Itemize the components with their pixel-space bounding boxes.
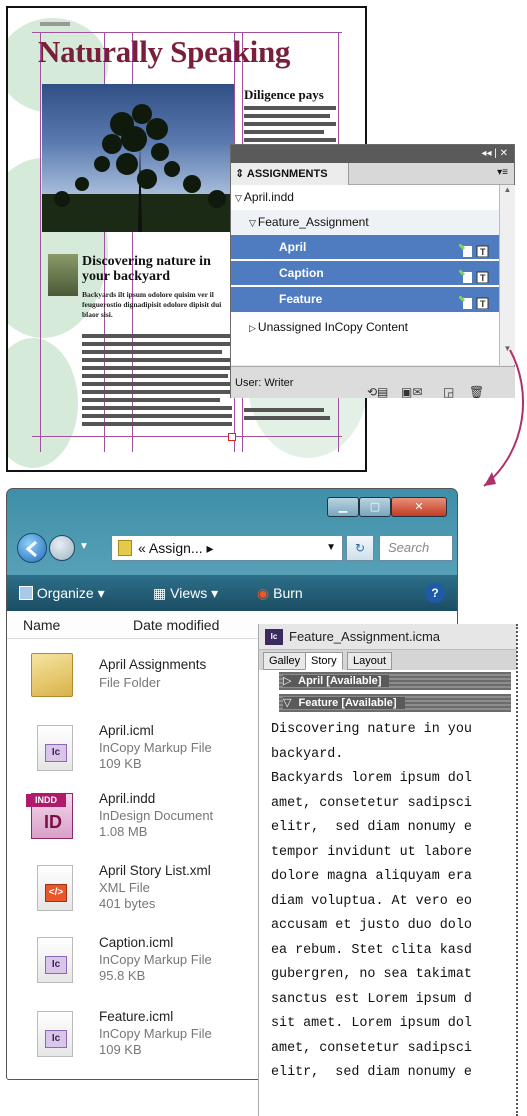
tree-item-april-indd[interactable]: ▽ April.indd — [231, 185, 499, 210]
tab-story[interactable]: Story — [305, 652, 343, 670]
indesign-file-icon: INDD ID — [26, 793, 73, 839]
recent-pages-chevron-icon[interactable]: ▼ — [79, 541, 89, 552]
folder-icon — [31, 653, 73, 697]
user-label: User: Writer — [235, 377, 294, 389]
tree-item-feature-assignment[interactable]: ▽ Feature_Assignment — [231, 210, 499, 235]
column-name[interactable]: Name — [23, 611, 60, 639]
minimize-button[interactable]: ▁ — [327, 497, 359, 517]
story-lead-text: Backyards ilt ipsum odolore quisim ver i… — [82, 290, 222, 319]
incopy-assignment-icon: Ic — [265, 629, 283, 645]
incopy-file-icon: Ic — [37, 937, 73, 983]
story-text-line[interactable]: sanctus est Lorem ipsum d — [271, 988, 515, 1013]
command-bar: Organize ▾ ▦ Views ▾ ◉ Burn ? — [7, 575, 457, 611]
view-tabs: Galley Story Layout — [259, 650, 517, 670]
organize-button[interactable]: Organize ▾ — [19, 575, 105, 611]
svg-text:T: T — [480, 247, 486, 257]
file-item-feature-icml[interactable]: Ic Feature.icml InCopy Markup File 109 K… — [7, 1009, 267, 1075]
views-icon: ▦ — [153, 585, 167, 601]
story-status-icon: T — [457, 241, 489, 258]
expand-triangle-icon: ▽ — [283, 697, 296, 709]
panel-titlebar[interactable]: ◂◂ | ✕ — [231, 145, 514, 163]
curved-arrow-icon — [483, 349, 525, 487]
story-titlebar: Ic Feature_Assignment.icma — [259, 624, 517, 650]
tree-item-april[interactable]: April T — [231, 235, 499, 260]
assignments-tree: ▽ April.indd ▽ Feature_Assignment April T … — [231, 185, 499, 365]
story-bar-april[interactable]: ▷ April [Available] — [279, 672, 511, 690]
story-text-line[interactable]: elitr, sed diam nonumy e — [271, 1061, 515, 1086]
incopy-file-icon: Ic — [37, 1011, 73, 1057]
collapsed-triangle-icon: ▷ — [249, 323, 256, 333]
panel-scrollbar[interactable]: ▲ ▼ — [499, 185, 515, 365]
organize-icon — [19, 586, 33, 600]
sidebar-heading: Diligence pays — [244, 87, 324, 102]
refresh-button[interactable]: ↻ — [346, 535, 374, 561]
update-content-icon[interactable]: ⟲▤ — [367, 376, 388, 408]
story-text-line[interactable]: Discovering nature in you — [271, 718, 515, 743]
story-status-icon: T — [457, 293, 489, 310]
story-text[interactable]: Discovering nature in you backyard. Backya… — [271, 718, 515, 1086]
file-item-april-assignments[interactable]: April Assignments File Folder — [7, 647, 267, 713]
file-item-april-icml[interactable]: Ic April.icml InCopy Markup File 109 KB — [7, 723, 267, 789]
story-text-line[interactable]: gubergren, no sea takimat — [271, 963, 515, 988]
folder-icon — [118, 540, 132, 556]
story-text-line[interactable]: amet, consetetur sadipsci — [271, 792, 515, 817]
burn-button[interactable]: ◉ Burn — [257, 575, 303, 611]
tab-layout[interactable]: Layout — [347, 652, 393, 670]
tree-item-caption[interactable]: Caption T — [231, 261, 499, 286]
address-bar[interactable]: « Assign... ▸ ▼ — [111, 535, 343, 561]
story-text-line[interactable]: tempor invidunt ut labore — [271, 841, 515, 866]
masthead-bar — [40, 22, 70, 26]
story-text-line[interactable]: backyard. — [271, 743, 515, 768]
tree-item-unassigned[interactable]: ▷ Unassigned InCopy Content — [231, 315, 499, 340]
tab-assignments[interactable]: ⇕ ASSIGNMENTS — [231, 163, 349, 185]
forward-button[interactable] — [49, 535, 75, 561]
incopy-story-editor: Ic Feature_Assignment.icma Galley Story … — [258, 624, 517, 1116]
back-button[interactable] — [17, 533, 47, 563]
svg-text:T: T — [480, 299, 486, 309]
hiker-photo — [48, 254, 78, 296]
file-item-caption-icml[interactable]: Ic Caption.icml InCopy Markup File 95.8 … — [7, 935, 267, 1001]
burn-icon: ◉ — [257, 585, 270, 601]
overset-marker — [228, 433, 236, 441]
xml-file-icon: </> — [37, 865, 73, 911]
column-date-modified[interactable]: Date modified — [133, 611, 219, 639]
story-editor-edge — [516, 624, 518, 1116]
search-input[interactable]: Search — [379, 535, 453, 561]
story-text-line[interactable]: diam voluptua. At vero eo — [271, 890, 515, 915]
panel-menu-icon[interactable]: ▾≡ — [497, 167, 508, 178]
nature-photo — [42, 84, 234, 232]
story-text-line[interactable]: Backyards lorem ipsum dol — [271, 767, 515, 792]
svg-text:T: T — [480, 273, 486, 283]
expand-triangle-icon: ▽ — [249, 218, 256, 228]
incopy-file-icon: Ic — [37, 725, 73, 771]
new-assignment-icon[interactable]: ◲ — [443, 376, 454, 408]
views-button[interactable]: ▦ Views ▾ — [153, 575, 218, 611]
help-icon[interactable]: ? — [425, 583, 445, 603]
collapsed-triangle-icon: ▷ — [283, 675, 296, 687]
assign-user-icon[interactable]: ▣✉ — [401, 376, 422, 408]
close-button[interactable]: ✕ — [391, 497, 447, 517]
story-text-line[interactable]: ea rebum. Stet clita kasd — [271, 939, 515, 964]
tree-item-feature[interactable]: Feature T — [231, 287, 499, 312]
address-dropdown-icon[interactable]: ▼ — [326, 536, 336, 560]
story-text-line[interactable]: amet, consetetur sadipsci — [271, 1037, 515, 1062]
story-bar-feature[interactable]: ▽ Feature [Available] — [279, 694, 511, 712]
maximize-button[interactable]: ▢ — [359, 497, 391, 517]
tab-galley[interactable]: Galley — [263, 652, 307, 670]
story-text-line[interactable]: elitr, sed diam nonumy e — [271, 816, 515, 841]
file-item-april-indd[interactable]: INDD ID April.indd InDesign Document 1.0… — [7, 791, 267, 857]
masthead-title: Naturally Speaking — [38, 34, 291, 69]
story-status-icon: T — [457, 267, 489, 284]
expand-triangle-icon: ▽ — [235, 193, 242, 203]
story-text-line[interactable]: accusam et justo duo dolo — [271, 914, 515, 939]
story-subhead: Discovering nature in your backyard — [82, 254, 211, 284]
file-item-april-story-list-xml[interactable]: </> April Story List.xml XML File 401 by… — [7, 863, 267, 929]
story-text-line[interactable]: dolore magna aliquyam era — [271, 865, 515, 890]
leaf-decoration — [8, 338, 78, 468]
story-text-line[interactable]: sit amet. Lorem ipsum dol — [271, 1012, 515, 1037]
